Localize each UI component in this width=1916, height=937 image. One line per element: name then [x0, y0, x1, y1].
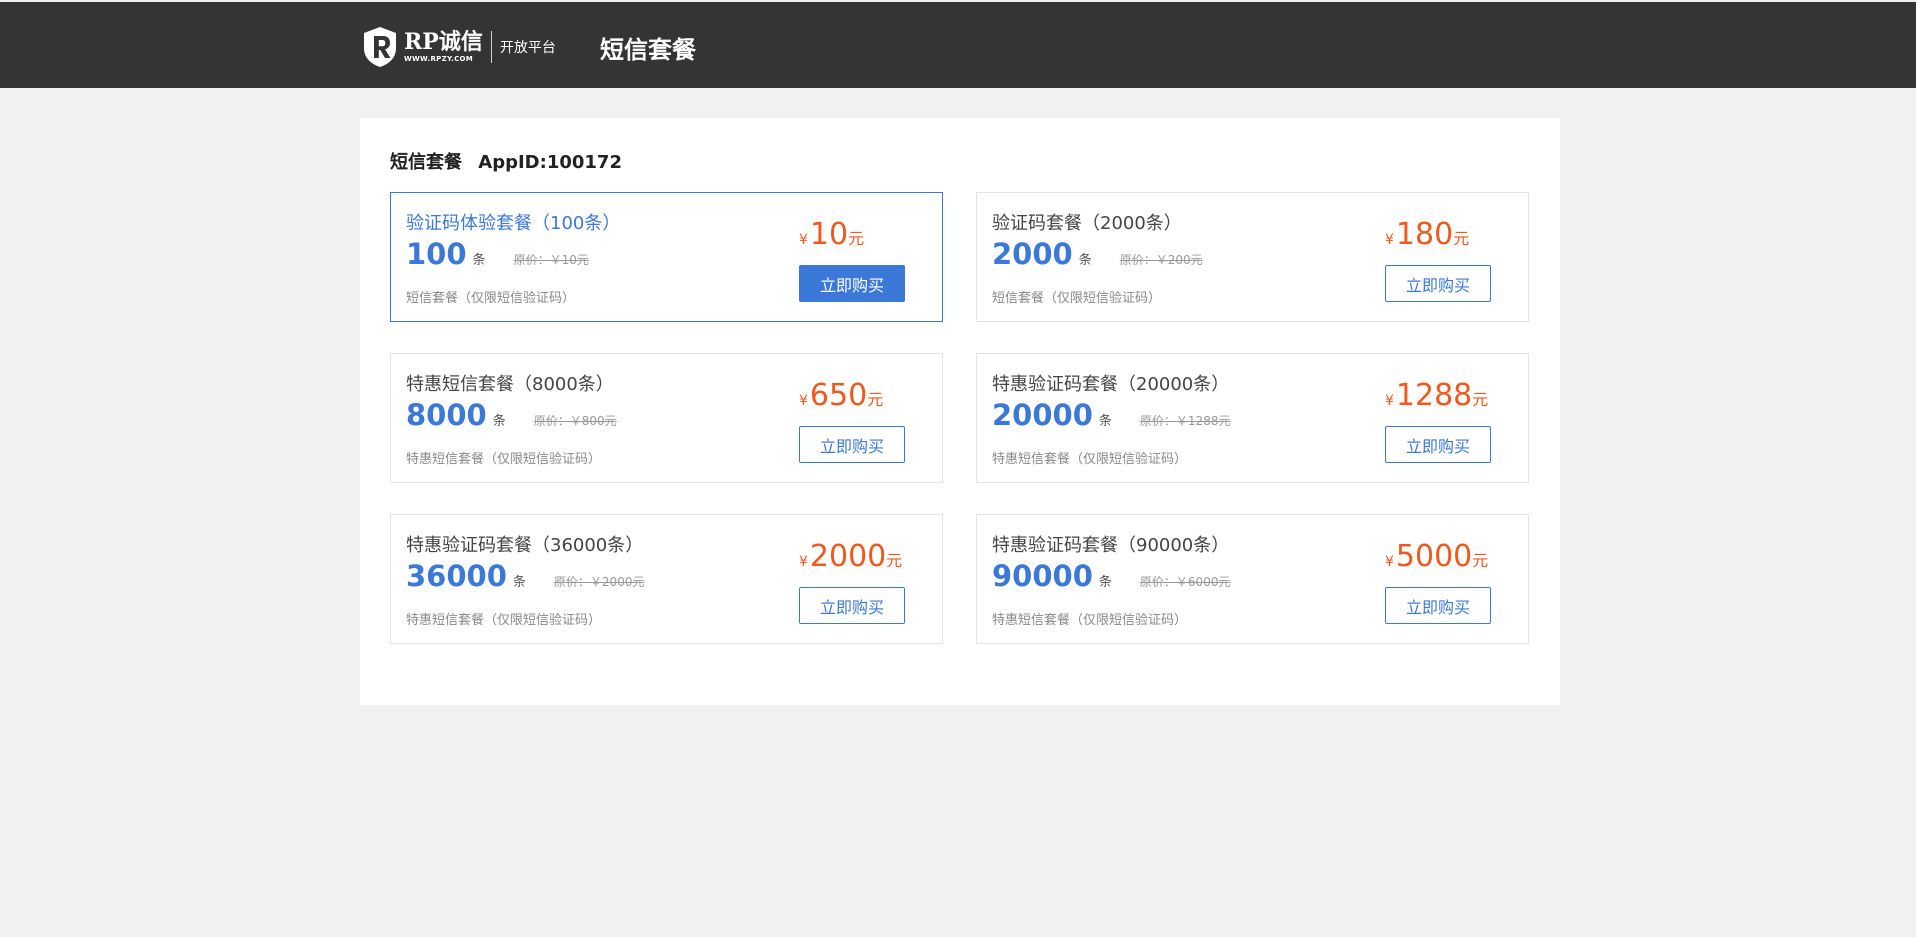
package-card[interactable]: 特惠验证码套餐（20000条） 20000 条 原价：￥1288元特惠短信套餐（仅限短…	[976, 353, 1529, 483]
message-count: 8000	[406, 398, 487, 432]
buy-now-button[interactable]: 立即购买	[799, 265, 905, 302]
package-description: 短信套餐（仅限短信验证码）	[992, 291, 1162, 306]
price-unit: 元	[1472, 551, 1489, 570]
package-price: ¥10 元	[799, 217, 864, 252]
package-title: 特惠验证码套餐（20000条）	[992, 374, 1230, 395]
package-description: 特惠短信套餐（仅限短信验证码）	[992, 452, 1188, 467]
message-count: 36000	[406, 559, 507, 593]
logo-subtitle: 开放平台	[499, 40, 556, 56]
package-count-row: 90000 条 原价：￥6000元	[992, 559, 1230, 593]
price-amount: 180	[1395, 217, 1454, 252]
price-amount: 2000	[809, 539, 887, 574]
brand-logo[interactable]: RP诚信 WWW.RPZY.COM 开放平台	[362, 26, 556, 68]
price-amount: 5000	[1395, 539, 1473, 574]
package-description: 短信套餐（仅限短信验证码）	[406, 291, 576, 306]
logo-name: RP诚信	[404, 29, 483, 55]
original-price: 原价：￥6000元	[1139, 575, 1231, 589]
logo-wordmark: RP诚信 WWW.RPZY.COM	[404, 31, 483, 63]
message-count: 20000	[992, 398, 1093, 432]
logo-divider	[490, 31, 492, 63]
package-card[interactable]: 特惠验证码套餐（36000条） 36000 条 原价：￥2000元特惠短信套餐（仅限短…	[390, 514, 943, 644]
package-count-row: 2000 条 原价：￥200元	[992, 237, 1203, 271]
message-count: 100	[406, 237, 467, 271]
count-unit: 条	[492, 414, 506, 429]
package-price: ¥1288 元	[1385, 378, 1488, 413]
original-price: 原价：￥2000元	[553, 575, 645, 589]
price-unit: 元	[848, 229, 865, 248]
count-unit: 条	[1078, 253, 1092, 268]
price-unit: 元	[886, 551, 903, 570]
currency-symbol: ¥	[1385, 393, 1394, 409]
price-unit: 元	[1453, 229, 1470, 248]
panel-heading: 短信套餐 AppID:100172	[390, 148, 622, 174]
buy-now-button[interactable]: 立即购买	[1385, 426, 1491, 463]
package-title: 验证码体验套餐（100条）	[406, 213, 621, 234]
message-count: 2000	[992, 237, 1073, 271]
package-count-row: 36000 条 原价：￥2000元	[406, 559, 644, 593]
original-price: 原价：￥800元	[533, 414, 617, 428]
shield-logo-icon	[364, 27, 396, 67]
package-panel: 短信套餐 AppID:100172 验证码体验套餐（100条） 100 条原价：￥1…	[360, 118, 1560, 705]
package-title: 特惠验证码套餐（90000条）	[992, 535, 1230, 556]
logo-url: WWW.RPZY.COM	[404, 55, 474, 63]
buy-now-button[interactable]: 立即购买	[799, 426, 905, 463]
price-unit: 元	[1472, 390, 1489, 409]
package-description: 特惠短信套餐（仅限短信验证码）	[406, 452, 602, 467]
package-card[interactable]: 验证码体验套餐（100条） 100 条 原价：￥10元短信套餐（仅限短信验证码） ¥10…	[390, 192, 943, 322]
price-amount: 1288	[1395, 378, 1473, 413]
currency-symbol: ¥	[799, 393, 808, 409]
package-card[interactable]: 特惠验证码套餐（90000条） 90000 条 原价：￥6000元特惠短信套餐（仅限短…	[976, 514, 1529, 644]
package-title: 验证码套餐（2000条）	[992, 213, 1182, 234]
package-card[interactable]: 特惠短信套餐（8000条） 8000 条 原价：￥800元特惠短信套餐（仅限短信验证码…	[390, 353, 943, 483]
package-price: ¥650 元	[799, 378, 883, 413]
top-navigation-bar: RP诚信 WWW.RPZY.COM 开放平台 短信套餐	[0, 2, 1916, 88]
original-price: 原价：￥1288元	[1139, 414, 1231, 428]
price-unit: 元	[867, 390, 884, 409]
count-unit: 条	[1098, 414, 1112, 429]
page-title: 短信套餐	[600, 36, 696, 64]
panel-heading-title: 短信套餐	[390, 152, 462, 173]
package-count-row: 100 条 原价：￥10元	[406, 237, 589, 271]
package-count-row: 20000 条 原价：￥1288元	[992, 398, 1230, 432]
currency-symbol: ¥	[1385, 232, 1394, 248]
package-price: ¥5000 元	[1385, 539, 1488, 574]
package-price: ¥2000 元	[799, 539, 902, 574]
price-amount: 10	[809, 217, 849, 252]
appid-label: AppID:100172	[478, 152, 622, 173]
package-description: 特惠短信套餐（仅限短信验证码）	[992, 613, 1188, 628]
count-unit: 条	[1098, 575, 1112, 590]
package-price: ¥180 元	[1385, 217, 1469, 252]
buy-now-button[interactable]: 立即购买	[1385, 265, 1491, 302]
package-count-row: 8000 条 原价：￥800元	[406, 398, 617, 432]
currency-symbol: ¥	[1385, 554, 1394, 570]
original-price: 原价：￥10元	[513, 253, 589, 267]
package-title: 特惠短信套餐（8000条）	[406, 374, 614, 395]
count-unit: 条	[472, 253, 486, 268]
package-card[interactable]: 验证码套餐（2000条） 2000 条 原价：￥200元短信套餐（仅限短信验证码） ¥1…	[976, 192, 1529, 322]
package-title: 特惠验证码套餐（36000条）	[406, 535, 644, 556]
currency-symbol: ¥	[799, 554, 808, 570]
buy-now-button[interactable]: 立即购买	[799, 587, 905, 624]
count-unit: 条	[512, 575, 526, 590]
original-price: 原价：￥200元	[1119, 253, 1203, 267]
price-amount: 650	[809, 378, 868, 413]
message-count: 90000	[992, 559, 1093, 593]
currency-symbol: ¥	[799, 232, 808, 248]
buy-now-button[interactable]: 立即购买	[1385, 587, 1491, 624]
package-description: 特惠短信套餐（仅限短信验证码）	[406, 613, 602, 628]
